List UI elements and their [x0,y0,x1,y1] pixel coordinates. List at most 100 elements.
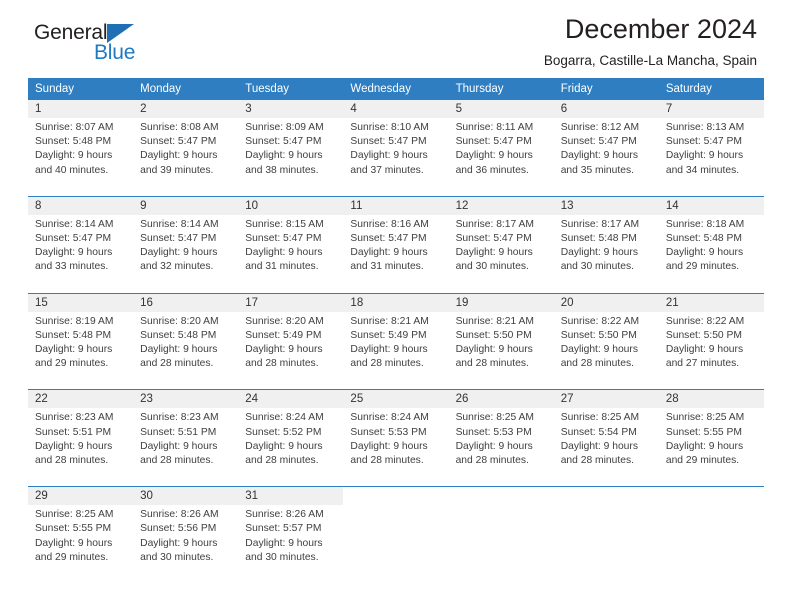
day-cell[interactable]: Sunrise: 8:26 AM Sunset: 5:56 PM Daylight:… [133,505,239,575]
sunrise-text: Sunrise: 8:10 AM [350,122,429,133]
general-blue-logo: General Blue [34,22,174,68]
day-number[interactable]: 21 [658,293,764,312]
day-number[interactable]: 8 [28,196,134,215]
day-number[interactable]: 7 [658,100,764,118]
day-number[interactable]: 18 [343,293,449,312]
daylight-text: Daylight: 9 hours [560,247,638,259]
sunrise-text: Sunrise: 8:09 AM [245,122,324,133]
day-cell[interactable]: Sunrise: 8:08 AM Sunset: 5:47 PM Daylight:… [133,118,239,187]
day-number[interactable]: 14 [658,196,764,215]
daylight-text: Daylight: 9 hours [455,344,533,356]
day-cell[interactable]: Sunrise: 8:12 AM Sunset: 5:47 PM Daylight:… [553,118,659,187]
daylight-text: and 30 minutes. [455,261,529,273]
day-number[interactable]: 13 [553,196,659,215]
day-cell[interactable]: Sunrise: 8:16 AM Sunset: 5:47 PM Daylight:… [343,214,449,284]
day-number[interactable]: 25 [343,389,449,409]
sunset-text: Sunset: 5:53 PM [455,426,532,438]
day-cell[interactable]: Sunrise: 8:22 AM Sunset: 5:50 PM Daylight:… [658,311,764,381]
daylight-text: and 38 minutes. [245,164,319,176]
day-number[interactable]: 24 [238,389,344,409]
day-number[interactable]: 2 [133,100,239,118]
daylight-text: Daylight: 9 hours [665,344,744,356]
day-cell[interactable]: Sunrise: 8:24 AM Sunset: 5:52 PM Daylight:… [238,408,344,478]
day-cell[interactable]: Sunrise: 8:20 AM Sunset: 5:49 PM Daylight:… [238,311,344,381]
daylight-text: Daylight: 9 hours [245,440,323,452]
day-number[interactable]: 6 [553,100,659,118]
sunrise-text: Sunrise: 8:16 AM [350,218,429,230]
sunset-text: Sunset: 5:47 PM [35,233,112,245]
day-cell[interactable]: Sunrise: 8:21 AM Sunset: 5:50 PM Daylight:… [448,311,554,381]
day-cell[interactable]: Sunrise: 8:14 AM Sunset: 5:47 PM Daylight:… [28,214,134,284]
daylight-text: Daylight: 9 hours [35,150,113,162]
day-cell[interactable]: Sunrise: 8:22 AM Sunset: 5:50 PM Daylight:… [553,311,659,381]
sunrise-text: Sunrise: 8:26 AM [140,509,219,521]
day-number[interactable]: 10 [238,196,344,215]
day-number[interactable]: 11 [343,196,449,215]
day-number[interactable]: 23 [133,389,239,409]
daylight-text: and 30 minutes. [140,551,214,563]
week-separator [28,186,764,197]
day-cell[interactable]: Sunrise: 8:10 AM Sunset: 5:47 PM Daylight:… [343,118,449,187]
sunrise-text: Sunrise: 8:22 AM [560,315,640,327]
day-number[interactable]: 5 [448,100,554,118]
day-number[interactable]: 20 [553,293,659,312]
day-cell[interactable]: Sunrise: 8:23 AM Sunset: 5:51 PM Daylight:… [133,408,239,478]
day-number[interactable]: 28 [658,389,764,409]
day-number[interactable]: 22 [28,389,134,409]
daylight-text: and 28 minutes. [35,455,109,467]
day-number[interactable]: 15 [28,293,134,312]
day-cell[interactable]: Sunrise: 8:21 AM Sunset: 5:49 PM Daylight:… [343,311,449,381]
day-cell[interactable]: Sunrise: 8:09 AM Sunset: 5:47 PM Daylight:… [238,118,344,187]
day-number[interactable]: 4 [343,100,449,118]
day-cell[interactable]: Sunrise: 8:26 AM Sunset: 5:57 PM Daylight:… [238,505,344,575]
day-cell[interactable]: Sunrise: 8:20 AM Sunset: 5:48 PM Daylight:… [133,311,239,381]
day-number[interactable]: 29 [28,486,134,506]
day-number[interactable]: 17 [238,293,344,312]
sunset-text: Sunset: 5:47 PM [140,233,217,245]
day-number[interactable]: 19 [448,293,554,312]
day-cell[interactable]: Sunrise: 8:15 AM Sunset: 5:47 PM Daylight:… [238,214,344,284]
daylight-text: and 28 minutes. [245,455,319,467]
day-cell[interactable]: Sunrise: 8:19 AM Sunset: 5:48 PM Daylight:… [28,311,134,381]
sunrise-text: Sunrise: 8:12 AM [560,122,640,133]
weekday-header-friday: Friday [553,78,659,100]
day-number[interactable]: 1 [28,100,134,118]
calendar-page: General Blue December 2024 Bogarra, Cast… [0,0,792,612]
day-cell[interactable]: Sunrise: 8:13 AM Sunset: 5:47 PM Daylight:… [658,118,764,187]
day-number[interactable]: 9 [133,196,239,215]
day-cell[interactable]: Sunrise: 8:23 AM Sunset: 5:51 PM Daylight:… [28,408,134,478]
sunset-text: Sunset: 5:52 PM [245,426,322,438]
day-cell[interactable]: Sunrise: 8:25 AM Sunset: 5:53 PM Daylight:… [448,408,554,478]
day-cell[interactable]: Sunrise: 8:11 AM Sunset: 5:47 PM Daylight:… [448,118,554,187]
day-number[interactable]: 12 [448,196,554,215]
day-number[interactable]: 27 [553,389,659,409]
day-cell[interactable]: Sunrise: 8:18 AM Sunset: 5:48 PM Daylight:… [658,214,764,284]
sunset-text: Sunset: 5:48 PM [35,136,112,148]
day-number[interactable]: 31 [238,486,344,506]
week-separator [28,283,764,294]
sunrise-text: Sunrise: 8:22 AM [665,315,745,327]
day-cell[interactable]: Sunrise: 8:24 AM Sunset: 5:53 PM Daylight:… [343,408,449,478]
day-cell[interactable]: Sunrise: 8:07 AM Sunset: 5:48 PM Daylight:… [28,118,134,187]
day-cell[interactable]: Sunrise: 8:14 AM Sunset: 5:47 PM Daylight:… [133,214,239,284]
daylight-text: and 35 minutes. [560,164,634,176]
daylight-text: Daylight: 9 hours [455,247,533,259]
day-number[interactable]: 3 [238,100,344,118]
day-cell[interactable]: Sunrise: 8:25 AM Sunset: 5:54 PM Daylight:… [553,408,659,478]
day-number[interactable]: 30 [133,486,239,506]
day-cell[interactable]: Sunrise: 8:17 AM Sunset: 5:48 PM Daylight:… [553,214,659,284]
day-number[interactable]: 26 [448,389,554,409]
day-cell[interactable]: Sunrise: 8:25 AM Sunset: 5:55 PM Daylight:… [28,505,134,575]
day-cell-empty [448,486,554,506]
day-cell[interactable]: Sunrise: 8:25 AM Sunset: 5:55 PM Daylight:… [658,408,764,478]
week-separator [28,477,764,488]
day-cell[interactable]: Sunrise: 8:17 AM Sunset: 5:47 PM Daylight:… [448,214,554,284]
day-number[interactable]: 16 [133,293,239,312]
day-cell-empty [553,486,659,506]
sunrise-text: Sunrise: 8:23 AM [140,412,219,424]
daylight-text: Daylight: 9 hours [245,150,323,162]
weekday-header-wednesday: Wednesday [343,78,449,100]
page-subtitle: Bogarra, Castille-La Mancha, Spain [543,52,757,68]
daylight-text: Daylight: 9 hours [35,537,113,549]
daylight-text: and 28 minutes. [560,358,634,370]
